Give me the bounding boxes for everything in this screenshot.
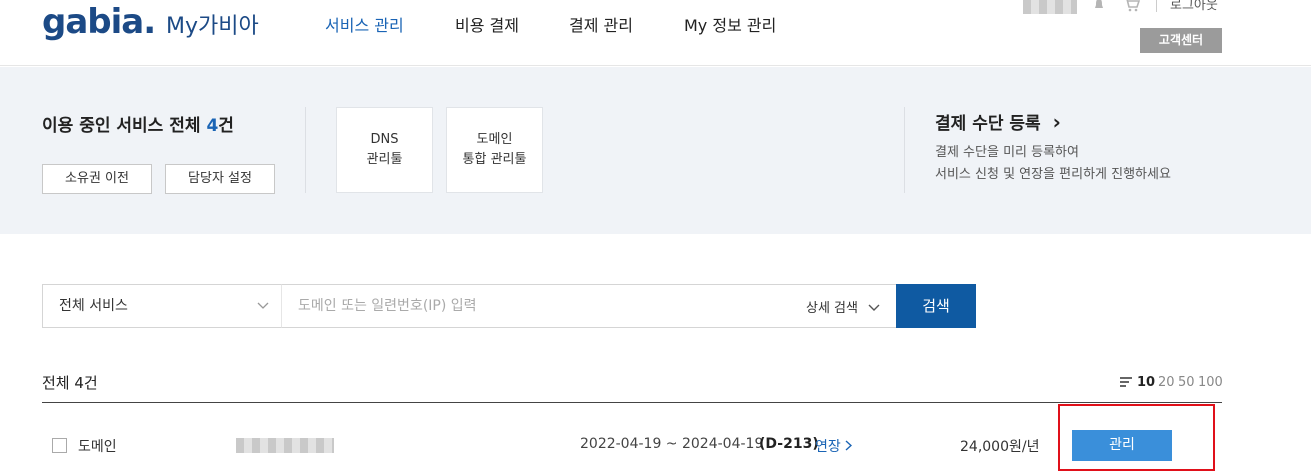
- tile-label-line1: 도메인: [476, 132, 513, 147]
- service-type-select[interactable]: 전체 서비스: [42, 284, 282, 328]
- payment-method-title: 결제 수단 등록: [935, 114, 1041, 134]
- page-size-50[interactable]: 50: [1178, 375, 1195, 390]
- service-count-title: 이용 중인 서비스 전체 4건: [42, 111, 234, 136]
- dns-tool-tile[interactable]: DNS 관리툴: [336, 107, 433, 193]
- service-type-value: 전체 서비스: [59, 298, 128, 314]
- ownership-transfer-button[interactable]: 소유권 이전: [42, 164, 152, 194]
- highlight-box: [1058, 404, 1215, 471]
- chevron-down-icon: [257, 285, 269, 327]
- advanced-search-label: 상세 검색: [806, 301, 858, 316]
- service-count-label: 이용 중인 서비스 전체: [42, 116, 207, 136]
- divider: [1156, 0, 1157, 12]
- total-count: 전체 4건: [42, 374, 98, 392]
- row-checkbox[interactable]: [52, 438, 67, 453]
- chevron-right-icon: [845, 439, 853, 455]
- gabia-logo[interactable]: gabia.: [42, 2, 156, 42]
- domain-tool-tile[interactable]: 도메인 통합 관리툴: [446, 107, 543, 193]
- nav-service-management[interactable]: 서비스 관리: [325, 12, 404, 36]
- divider: [305, 107, 306, 193]
- renew-label: 연장: [815, 439, 841, 455]
- page-size-100[interactable]: 100: [1198, 375, 1223, 390]
- tile-label-line1: DNS: [370, 132, 399, 147]
- chevron-down-icon: [868, 301, 880, 316]
- cart-icon[interactable]: [1124, 0, 1141, 16]
- page-size-20[interactable]: 20: [1158, 375, 1175, 390]
- page-size-10[interactable]: 10: [1137, 375, 1155, 390]
- days-remaining-badge: (D-213): [759, 436, 819, 452]
- tile-label-line2: 통합 관리툴: [462, 152, 527, 167]
- service-price: 24,000원/년: [960, 439, 1040, 455]
- payment-method-register-link[interactable]: 결제 수단 등록 ›: [935, 109, 1061, 134]
- renew-link[interactable]: 연장: [815, 436, 853, 456]
- search-button[interactable]: 검색: [896, 284, 976, 328]
- payment-desc-line1: 결제 수단을 미리 등록하여: [935, 145, 1079, 160]
- nav-payment-management[interactable]: 결제 관리: [569, 12, 633, 36]
- service-period: 2022-04-19 ~ 2024-04-19: [580, 436, 764, 452]
- top-header: gabia. My가비아 서비스 관리 비용 결제 결제 관리 My 정보 관리…: [0, 0, 1311, 66]
- service-summary-panel: 이용 중인 서비스 전체 4건 소유권 이전 담당자 설정 DNS 관리툴 도메…: [0, 67, 1311, 234]
- nav-billing-payment[interactable]: 비용 결제: [455, 12, 519, 36]
- divider: [904, 107, 905, 193]
- service-count-number: 4: [206, 116, 219, 136]
- divider: [42, 402, 1222, 403]
- service-type-label: 도메인: [78, 439, 117, 455]
- my-gabia-title[interactable]: My가비아: [166, 8, 259, 40]
- advanced-search-toggle[interactable]: 상세 검색: [806, 297, 880, 316]
- tile-label-line2: 관리툴: [366, 152, 403, 167]
- chevron-right-icon: ›: [1052, 110, 1061, 134]
- payment-desc-line2: 서비스 신청 및 연장을 편리하게 진행하세요: [935, 167, 1171, 182]
- blurred-domain-name: [236, 438, 334, 453]
- list-size-icon: [1120, 377, 1132, 387]
- search-input[interactable]: [281, 284, 897, 328]
- nav-my-info[interactable]: My 정보 관리: [684, 12, 776, 36]
- customer-center-button[interactable]: 고객센터: [1140, 28, 1222, 53]
- bell-icon[interactable]: [1094, 0, 1104, 16]
- logout-link[interactable]: 로그아웃: [1170, 0, 1218, 13]
- manager-settings-button[interactable]: 담당자 설정: [165, 164, 275, 194]
- service-count-suffix: 건: [218, 116, 234, 136]
- blurred-username: [1023, 0, 1077, 14]
